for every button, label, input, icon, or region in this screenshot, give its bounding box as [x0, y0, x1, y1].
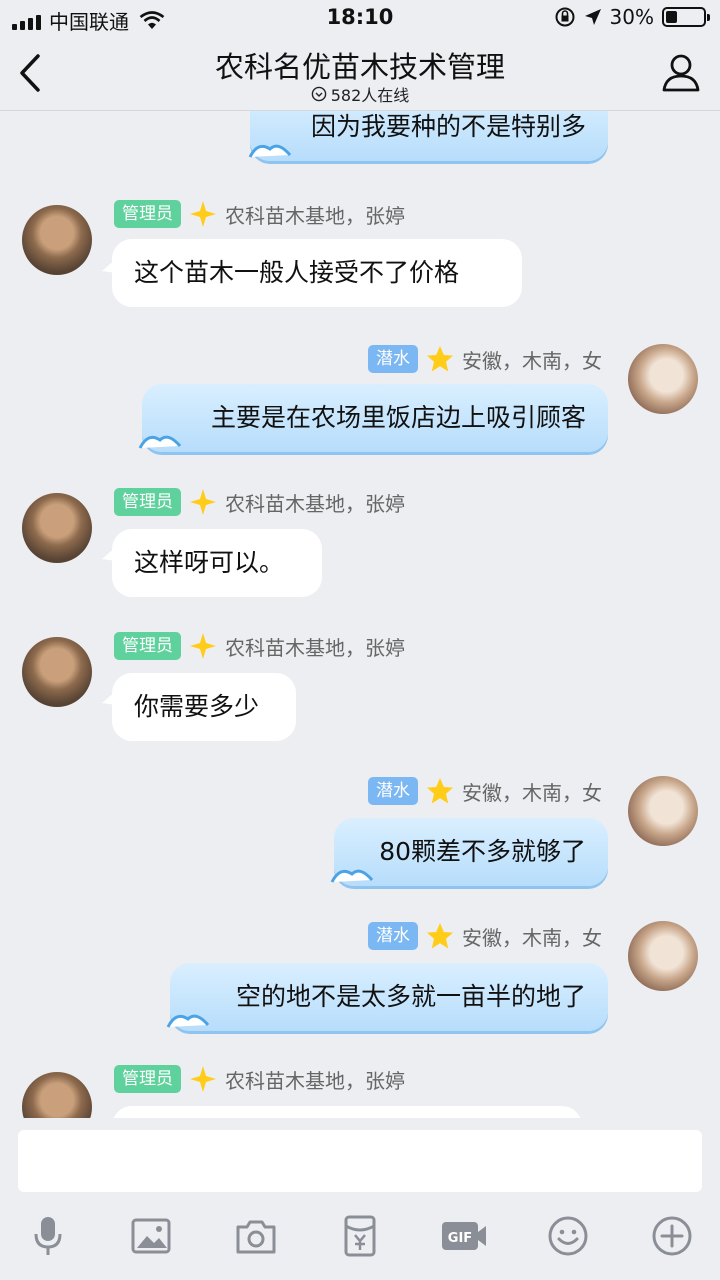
- role-badge: 潜水: [368, 922, 418, 950]
- camera-icon[interactable]: [234, 1214, 278, 1258]
- sender-name: 安徽，木南，女: [462, 348, 602, 373]
- message-text: 空的地不是太多就一亩半的地了: [235, 982, 586, 1011]
- online-count-label: 582人在线: [330, 86, 410, 105]
- message-text: 这样呀可以。: [134, 548, 285, 577]
- plus-icon[interactable]: [650, 1214, 694, 1258]
- level-diamond-icon: [190, 489, 216, 515]
- message-bubble[interactable]: [112, 1106, 582, 1118]
- level-diamond-icon: [190, 1066, 216, 1092]
- wave-decoration-icon: [330, 869, 374, 883]
- avatar[interactable]: [22, 637, 92, 707]
- message-bubble[interactable]: 这个苗木一般人接受不了价格: [112, 239, 522, 307]
- battery-percent: 30%: [609, 5, 654, 29]
- chevron-down-circle-icon: [311, 86, 327, 102]
- role-badge: 管理员: [114, 200, 181, 228]
- red-packet-icon[interactable]: [338, 1214, 382, 1258]
- avatar[interactable]: [22, 493, 92, 563]
- avatar[interactable]: [628, 344, 698, 414]
- sender-name: 安徽，木南，女: [462, 925, 602, 950]
- message-text: 主要是在农场里饭店边上吸引顾客: [210, 403, 586, 432]
- message-bubble[interactable]: 80颗差不多就够了: [334, 818, 608, 886]
- avatar[interactable]: [22, 205, 92, 275]
- message-text: 你需要多少: [134, 692, 260, 721]
- gif-icon[interactable]: GIF: [440, 1214, 488, 1258]
- role-badge: 管理员: [114, 488, 181, 516]
- message-bubble[interactable]: 主要是在农场里饭店边上吸引顾客: [142, 384, 608, 452]
- message-bubble[interactable]: 因为我要种的不是特别多: [250, 111, 608, 161]
- level-diamond-icon: [190, 201, 216, 227]
- message-bubble[interactable]: 空的地不是太多就一亩半的地了: [170, 963, 608, 1031]
- nav-bar: 农科名优苗木技术管理 582人在线: [0, 38, 720, 110]
- role-badge: 管理员: [114, 1065, 181, 1093]
- avatar[interactable]: [22, 1072, 92, 1118]
- emoji-icon[interactable]: [546, 1214, 590, 1258]
- sender-info: 管理员 农科苗木基地，张婷: [114, 1064, 405, 1094]
- chat-area[interactable]: 因为我要种的不是特别多 管理员 农科苗木基地，张婷 这个苗木一般人接受不了价格 …: [0, 111, 720, 1118]
- message-input[interactable]: [18, 1130, 702, 1192]
- avatar[interactable]: [628, 776, 698, 846]
- avatar[interactable]: [628, 921, 698, 991]
- image-icon[interactable]: [129, 1214, 173, 1258]
- online-count[interactable]: 582人在线: [0, 82, 720, 106]
- sender-info: 潜水 安徽，木南，女: [368, 344, 602, 374]
- group-title: 农科名优苗木技术管理: [214, 50, 505, 84]
- level-star-icon: [427, 346, 453, 372]
- sender-info: 潜水 安徽，木南，女: [368, 921, 602, 951]
- message-bubble[interactable]: 这样呀可以。: [112, 529, 322, 597]
- group-members-button[interactable]: [656, 48, 706, 98]
- level-diamond-icon: [190, 633, 216, 659]
- wave-decoration-icon: [248, 144, 292, 158]
- sender-name: 安徽，木南，女: [462, 780, 602, 805]
- message-text: 这个苗木一般人接受不了价格: [134, 258, 460, 287]
- message-text: 因为我要种的不是特别多: [310, 112, 586, 141]
- mic-icon[interactable]: [26, 1214, 70, 1258]
- sender-info: 潜水 安徽，木南，女: [368, 776, 602, 806]
- level-star-icon: [427, 923, 453, 949]
- sender-name: 农科苗木基地，张婷: [225, 635, 405, 660]
- svg-text:GIF: GIF: [448, 1231, 472, 1246]
- battery-icon: [662, 7, 710, 27]
- status-bar: 中国联通 18:10 30%: [0, 0, 720, 38]
- message-text: 80颗差不多就够了: [379, 837, 586, 866]
- wave-decoration-icon: [138, 435, 182, 449]
- sender-name: 农科苗木基地，张婷: [225, 491, 405, 516]
- role-badge: 潜水: [368, 345, 418, 373]
- role-badge: 管理员: [114, 632, 181, 660]
- level-star-icon: [427, 778, 453, 804]
- input-toolbar: GIF: [0, 1200, 720, 1280]
- sender-info: 管理员 农科苗木基地，张婷: [114, 487, 405, 517]
- sender-name: 农科苗木基地，张婷: [225, 1068, 405, 1093]
- message-bubble[interactable]: 你需要多少: [112, 673, 296, 741]
- sender-info: 管理员 农科苗木基地，张婷: [114, 199, 405, 229]
- sender-info: 管理员 农科苗木基地，张婷: [114, 631, 405, 661]
- wave-decoration-icon: [166, 1014, 210, 1028]
- orientation-lock-icon: [555, 7, 575, 27]
- location-icon: [584, 9, 601, 25]
- role-badge: 潜水: [368, 777, 418, 805]
- sender-name: 农科苗木基地，张婷: [225, 203, 405, 228]
